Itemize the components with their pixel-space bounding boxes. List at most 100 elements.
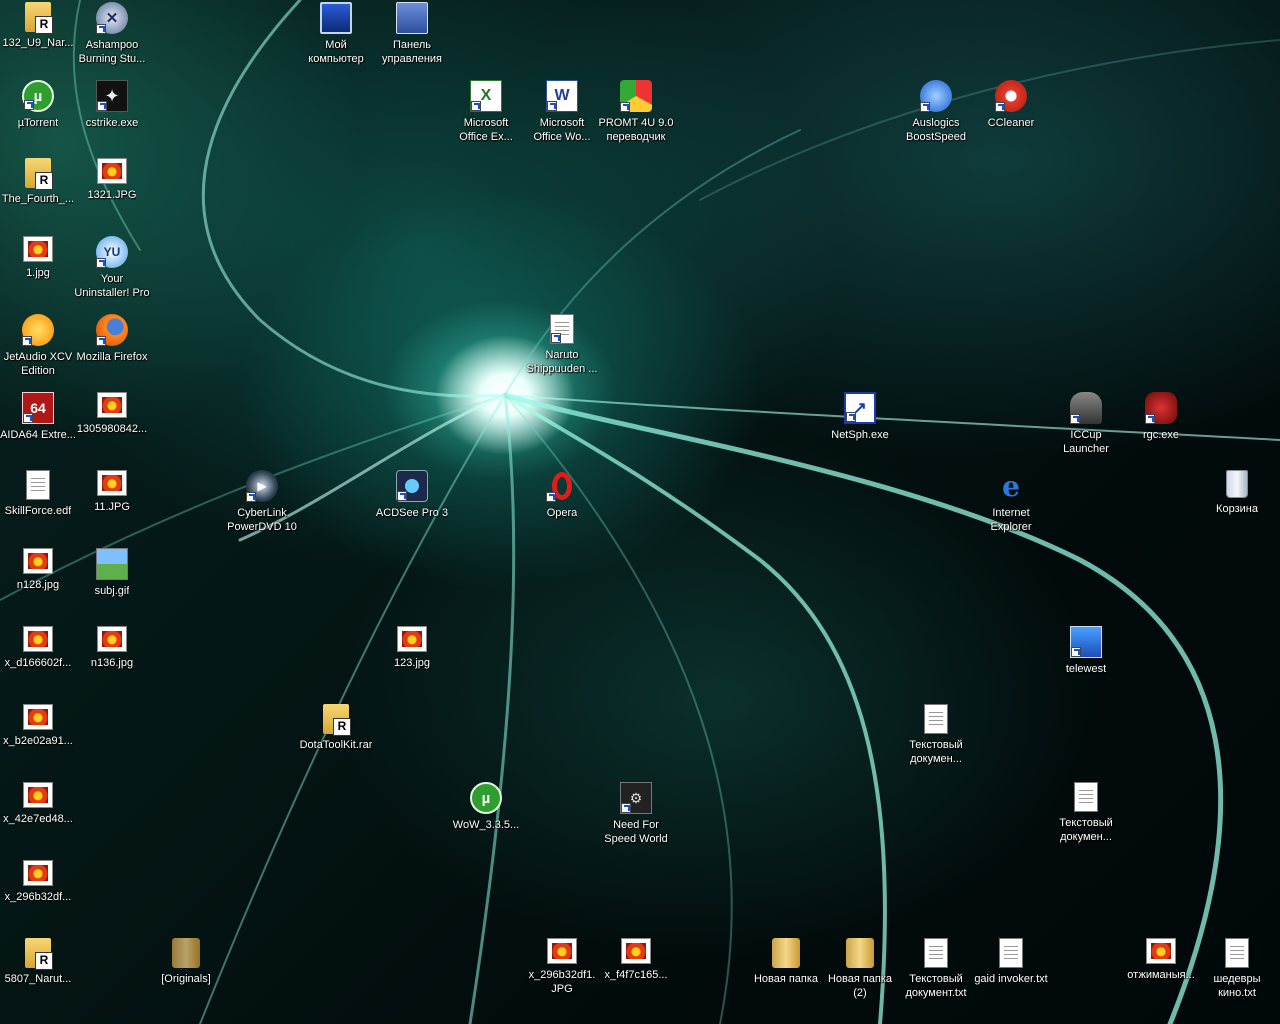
icon-label: cstrike.exe bbox=[85, 117, 139, 129]
wow-torrent[interactable]: µ WoW_3.3.5... bbox=[448, 782, 524, 832]
image-file-icon bbox=[23, 548, 53, 574]
icon-label: gaid invoker.txt bbox=[974, 973, 1048, 985]
icon-label: CCleaner bbox=[987, 117, 1035, 129]
text-file-icon bbox=[1225, 938, 1249, 968]
ccleaner-shortcut[interactable]: CCleaner bbox=[973, 80, 1049, 130]
control-panel[interactable]: Панель управления bbox=[374, 2, 450, 66]
image-file-123[interactable]: 123.jpg bbox=[374, 626, 450, 670]
icon-label: Opera bbox=[546, 507, 578, 519]
rar-archive-fourth[interactable]: R The_Fourth_... bbox=[0, 158, 76, 206]
counter-strike-icon: ✦ bbox=[96, 80, 128, 112]
rgc-icon bbox=[1145, 392, 1177, 424]
text-document-1[interactable]: Текстовый докумен... bbox=[898, 704, 974, 766]
rar-archive-icon: R bbox=[25, 938, 53, 970]
excel-icon: X bbox=[470, 80, 502, 112]
my-computer[interactable]: Мой компьютер bbox=[298, 2, 374, 66]
icon-label: Naruto Shippuuden ... bbox=[526, 349, 598, 375]
new-folder[interactable]: Новая папка bbox=[748, 938, 824, 986]
icon-label: Новая папка bbox=[753, 973, 819, 985]
auslogics-shortcut[interactable]: Auslogics BoostSpeed bbox=[898, 80, 974, 144]
image-file-1[interactable]: 1.jpg bbox=[0, 236, 76, 280]
image-file-1321[interactable]: 1321.JPG bbox=[74, 158, 150, 202]
image-file-xb2e0[interactable]: x_b2e02a91... bbox=[0, 704, 76, 748]
image-file-icon bbox=[397, 626, 427, 652]
telewest-shortcut[interactable]: telewest bbox=[1048, 626, 1124, 676]
image-file-xd166[interactable]: x_d166602f... bbox=[0, 626, 76, 670]
document-file-icon bbox=[26, 470, 50, 500]
image-file-x296b[interactable]: x_296b32df1. JPG bbox=[524, 938, 600, 996]
image-file-otzhimaniya[interactable]: отжиманыя... bbox=[1123, 938, 1199, 982]
naruto-shortcut[interactable]: Naruto Shippuuden ... bbox=[524, 314, 600, 376]
ms-word-shortcut[interactable]: W Microsoft Office Wo... bbox=[524, 80, 600, 144]
icon-label: 1.jpg bbox=[26, 267, 50, 279]
originals-folder[interactable]: [Originals] bbox=[148, 938, 224, 986]
firefox-shortcut[interactable]: Mozilla Firefox bbox=[74, 314, 150, 364]
image-file-n136[interactable]: n136.jpg bbox=[74, 626, 150, 670]
image-file-icon bbox=[97, 626, 127, 652]
icon-label: Internet Explorer bbox=[990, 507, 1032, 533]
aida64-shortcut[interactable]: 64 AIDA64 Extre... bbox=[0, 392, 76, 442]
image-file-1305[interactable]: 1305980842... bbox=[74, 392, 150, 436]
icon-label: Mozilla Firefox bbox=[76, 351, 148, 363]
text-document-2[interactable]: Текстовый докумен... bbox=[1048, 782, 1124, 844]
netsph-shortcut[interactable]: ↗ NetSph.exe bbox=[822, 392, 898, 442]
image-file-n128[interactable]: n128.jpg bbox=[0, 548, 76, 592]
iccup-launcher-shortcut[interactable]: ICCup Launcher bbox=[1048, 392, 1124, 456]
cstrike-shortcut[interactable]: ✦ cstrike.exe bbox=[74, 80, 150, 130]
rgc-shortcut[interactable]: rgc.exe bbox=[1123, 392, 1199, 442]
icon-label: CyberLink PowerDVD 10 bbox=[227, 507, 297, 533]
ashampoo-icon: ✕ bbox=[96, 2, 128, 34]
shedevry-kino-txt[interactable]: шедевры кино.txt bbox=[1199, 938, 1275, 1000]
image-file-icon bbox=[23, 860, 53, 886]
your-uninstaller-shortcut[interactable]: YU Your Uninstaller! Pro bbox=[74, 236, 150, 300]
icon-label: 11.JPG bbox=[94, 501, 130, 513]
rar-archive-icon: R bbox=[323, 704, 351, 736]
gaid-invoker-txt[interactable]: gaid invoker.txt bbox=[973, 938, 1049, 986]
new-folder-2[interactable]: Новая папка (2) bbox=[822, 938, 898, 1000]
icon-label: x_296b32df1. JPG bbox=[528, 969, 596, 995]
icon-label: AIDA64 Extre... bbox=[0, 429, 76, 441]
recycle-bin-icon bbox=[1226, 470, 1248, 498]
icon-label: telewest bbox=[1065, 663, 1107, 675]
folder-icon bbox=[172, 938, 200, 968]
ccleaner-icon bbox=[995, 80, 1027, 112]
icon-label: NetSph.exe bbox=[831, 429, 889, 441]
image-file-x42e7[interactable]: x_42e7ed48... bbox=[0, 782, 76, 826]
icon-label: x_d166602f... bbox=[4, 657, 72, 669]
icon-label: отжиманыя... bbox=[1127, 969, 1195, 981]
image-file-icon bbox=[1146, 938, 1176, 964]
image-file-xf4f7[interactable]: x_f4f7c165... bbox=[598, 938, 674, 982]
firefox-icon bbox=[96, 314, 128, 346]
internet-explorer-shortcut[interactable]: e Internet Explorer bbox=[973, 470, 1049, 534]
aida64-icon: 64 bbox=[22, 392, 54, 424]
acdsee-shortcut[interactable]: ACDSee Pro 3 bbox=[374, 470, 450, 520]
gif-image-icon bbox=[96, 548, 128, 580]
nfs-world-shortcut[interactable]: ⚙ Need For Speed World bbox=[598, 782, 674, 846]
subj-gif-file[interactable]: subj.gif bbox=[74, 548, 150, 598]
powerdvd-shortcut[interactable]: ▶ CyberLink PowerDVD 10 bbox=[224, 470, 300, 534]
rar-archive-5807[interactable]: R 5807_Narut... bbox=[0, 938, 76, 986]
recycle-bin[interactable]: Корзина bbox=[1199, 470, 1275, 516]
text-file-icon bbox=[924, 704, 948, 734]
jetaudio-icon bbox=[22, 314, 54, 346]
image-file-icon bbox=[97, 158, 127, 184]
rar-archive-icon: R bbox=[25, 158, 53, 190]
icon-label: x_f4f7c165... bbox=[604, 969, 668, 981]
opera-shortcut[interactable]: Opera bbox=[524, 470, 600, 520]
skillforce-file[interactable]: SkillForce.edf bbox=[0, 470, 76, 518]
icon-label: Текстовый документ.txt bbox=[905, 973, 967, 999]
desktop: R 132_U9_Nar... µ µTorrent R The_Fourth_… bbox=[0, 0, 1280, 1024]
icon-label: Need For Speed World bbox=[604, 819, 668, 845]
promt-shortcut[interactable]: PROMT 4U 9.0 переводчик bbox=[598, 80, 674, 144]
jetaudio-shortcut[interactable]: JetAudio XCV Edition bbox=[0, 314, 76, 378]
text-document-3[interactable]: Текстовый документ.txt bbox=[898, 938, 974, 1000]
image-file-11[interactable]: 11.JPG bbox=[74, 470, 150, 514]
dotatoolkit-archive[interactable]: R DotaToolKit.rar bbox=[298, 704, 374, 752]
utorrent-shortcut[interactable]: µ µTorrent bbox=[0, 80, 76, 130]
image-file-x296a[interactable]: x_296b32df... bbox=[0, 860, 76, 904]
ms-excel-shortcut[interactable]: X Microsoft Office Ex... bbox=[448, 80, 524, 144]
icon-label: Мой компьютер bbox=[308, 39, 364, 65]
ashampoo-shortcut[interactable]: ✕ Ashampoo Burning Stu... bbox=[74, 2, 150, 66]
rar-archive-132[interactable]: R 132_U9_Nar... bbox=[0, 2, 76, 50]
rar-archive-icon: R bbox=[25, 2, 53, 34]
